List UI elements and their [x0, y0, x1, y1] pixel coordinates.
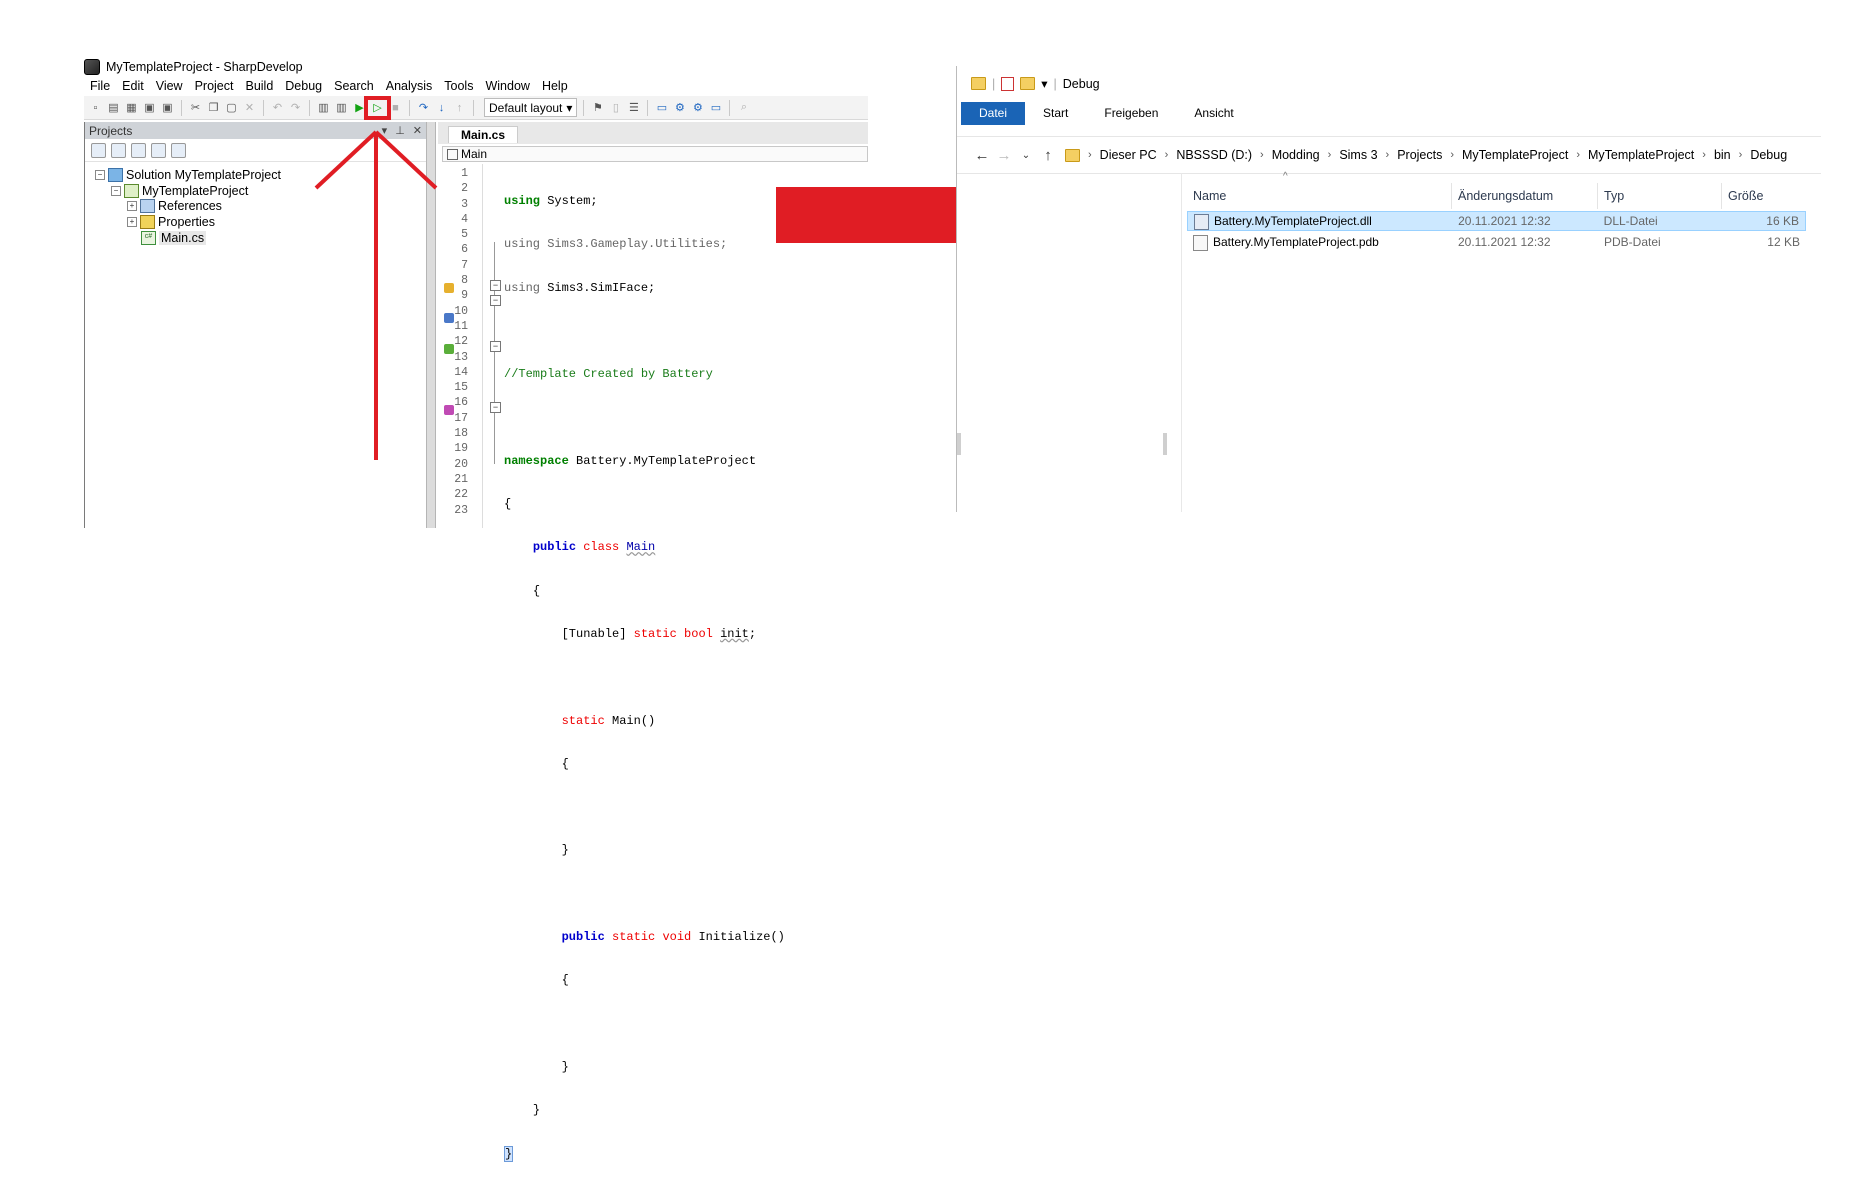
breadcrumb-item[interactable]: Dieser PC — [1100, 148, 1157, 162]
breadcrumb-item[interactable]: Modding — [1272, 148, 1320, 162]
column-header-date[interactable]: Änderungsdatum — [1452, 183, 1598, 209]
ribbon-tab-datei[interactable]: Datei — [961, 102, 1026, 125]
breadcrumb-item[interactable]: NBSSSD (D:) — [1176, 148, 1252, 162]
file-date: 20.11.2021 12:32 — [1458, 235, 1551, 249]
dll-file-icon — [1194, 213, 1209, 230]
column-header-type[interactable]: Typ — [1598, 183, 1722, 209]
nav-pane-scrollbar[interactable] — [1163, 433, 1167, 455]
column-header-size[interactable]: Größe — [1722, 183, 1806, 209]
file-type: PDB-Datei — [1604, 235, 1661, 249]
explorer-address-row: ← → ⌄ ↑ › Dieser PC › NBSSSD (D:) › Modd… — [957, 136, 1821, 174]
explorer-title: Debug — [1062, 76, 1100, 91]
address-bar[interactable]: › Dieser PC › NBSSSD (D:) › Modding › Si… — [1065, 148, 1787, 162]
folder-icon — [971, 77, 986, 90]
column-header-name[interactable]: Name — [1187, 183, 1452, 209]
recent-locations-icon[interactable]: ⌄ — [1015, 150, 1037, 161]
file-size: 12 KB — [1767, 235, 1800, 249]
file-list: ^ Name Änderungsdatum Typ Größe Battery.… — [1187, 171, 1817, 512]
sort-ascending-icon: ^ — [1283, 171, 1288, 182]
file-type: DLL-Datei — [1603, 214, 1658, 228]
file-row[interactable]: Battery.MyTemplateProject.pdb 20.11.2021… — [1187, 232, 1806, 252]
breadcrumb-item[interactable]: Debug — [1750, 148, 1787, 162]
properties-check-icon[interactable] — [1001, 76, 1015, 91]
breadcrumb-item[interactable]: bin — [1714, 148, 1731, 162]
ribbon-tab-freigeben[interactable]: Freigeben — [1086, 102, 1176, 125]
file-name: Battery.MyTemplateProject.dll — [1214, 214, 1372, 228]
ribbon-tab-start[interactable]: Start — [1025, 102, 1086, 125]
quick-access-dropdown-icon[interactable]: ▾ — [1041, 76, 1047, 91]
file-name: Battery.MyTemplateProject.pdb — [1213, 235, 1379, 249]
explorer-ribbon-tabs: Datei Start Freigeben Ansicht — [961, 102, 1821, 125]
file-date: 20.11.2021 12:32 — [1458, 214, 1551, 228]
up-arrow-icon[interactable]: ↑ — [1037, 147, 1059, 164]
arrow-up-to-build-button — [314, 130, 438, 460]
back-arrow-icon[interactable]: ← — [971, 147, 993, 164]
navigation-pane — [957, 173, 1182, 512]
nav-pane-scrollbar[interactable] — [957, 433, 961, 455]
file-list-header: Name Änderungsdatum Typ Größe — [1187, 183, 1817, 209]
folder-icon — [1065, 148, 1080, 162]
breadcrumb-item[interactable]: MyTemplateProject — [1462, 148, 1568, 162]
file-size: 16 KB — [1766, 214, 1799, 228]
pdb-file-icon — [1193, 234, 1208, 251]
ribbon-tab-ansicht[interactable]: Ansicht — [1176, 102, 1251, 125]
new-folder-icon[interactable] — [1020, 77, 1036, 90]
file-explorer-window: | ▾ | Debug Datei Start Freigeben Ansich… — [956, 66, 1821, 512]
breadcrumb-item[interactable]: Projects — [1397, 148, 1442, 162]
breadcrumb-item[interactable]: Sims 3 — [1339, 148, 1377, 162]
breadcrumb-item[interactable]: MyTemplateProject — [1588, 148, 1694, 162]
forward-arrow-icon[interactable]: → — [993, 147, 1015, 164]
explorer-titlebar: | ▾ | Debug — [971, 76, 1100, 91]
file-row[interactable]: Battery.MyTemplateProject.dll 20.11.2021… — [1187, 211, 1806, 231]
